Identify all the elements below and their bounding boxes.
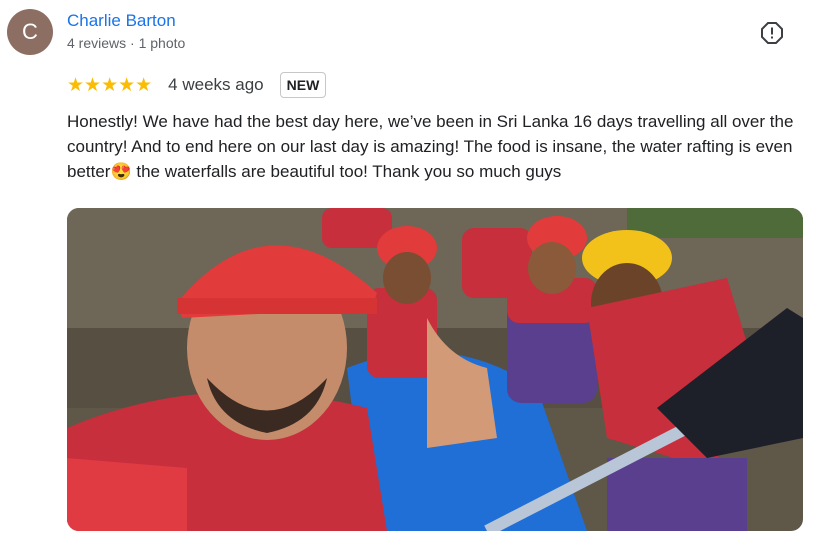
avatar[interactable]: C bbox=[7, 9, 53, 55]
report-flag-icon[interactable] bbox=[760, 21, 784, 45]
author-name[interactable]: Charlie Barton bbox=[67, 11, 176, 31]
avatar-letter: C bbox=[22, 19, 38, 44]
author-meta: 4 reviews · 1 photo bbox=[67, 35, 186, 51]
new-badge: NEW bbox=[279, 72, 327, 98]
star-rating: ★★★★★ bbox=[67, 74, 153, 96]
rating-row: ★★★★★ 4 weeks ago NEW bbox=[67, 70, 327, 100]
review-text: Honestly! We have had the best day here,… bbox=[67, 112, 794, 181]
review-time: 4 weeks ago bbox=[168, 75, 264, 94]
review-photo[interactable] bbox=[67, 208, 803, 531]
